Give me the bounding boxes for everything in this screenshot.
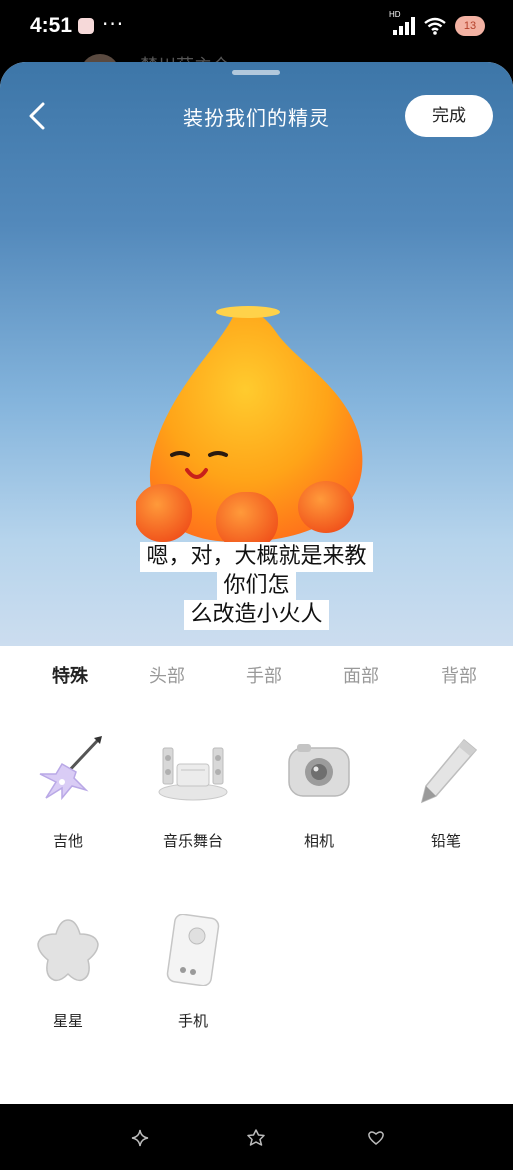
camera-icon [288,744,350,797]
music-stage-icon [158,747,228,801]
subtitle-line: 嗯，对，大概就是来教 [140,542,373,572]
item-guitar[interactable]: 吉他 [18,734,118,874]
wifi-icon [424,17,446,35]
bottom-nav-bar [0,1104,513,1170]
battery-indicator: 13 [455,16,485,36]
item-label: 手机 [177,1012,208,1030]
pencil-icon [420,738,478,804]
guitar-icon [39,736,102,801]
done-button[interactable]: 完成 [405,95,493,137]
item-label: 相机 [303,832,334,850]
item-label: 星星 [52,1012,83,1030]
phone-icon [166,914,220,986]
status-time: 4:51 [30,14,73,37]
tab-hands[interactable]: 手部 [246,662,282,688]
tab-special[interactable]: 特殊 [52,662,88,688]
subtitle-line: 么改造小火人 [184,600,329,630]
item-label: 吉他 [52,832,83,850]
tab-back[interactable]: 背部 [441,662,477,688]
item-music-stage[interactable]: 音乐舞台 [143,734,243,874]
heart-icon[interactable] [366,1128,386,1148]
signal-icon [391,17,415,35]
item-label: 铅笔 [430,832,461,850]
notification-app-icon [78,18,94,34]
more-notifications-icon: ··· [102,12,125,36]
item-label: 音乐舞台 [162,832,223,850]
subtitle-line: 你们怎 [217,571,296,601]
star-icon [37,919,99,982]
item-phone[interactable]: 手机 [143,914,243,1054]
tab-head[interactable]: 头部 [149,662,185,688]
tab-face[interactable]: 面部 [343,662,379,688]
sparkle-icon[interactable] [130,1128,150,1148]
category-tabs: 特殊 头部 手部 面部 背部 [0,662,513,688]
status-indicators: HD 13 [389,10,485,36]
item-pencil[interactable]: 铅笔 [396,734,496,874]
sheet-grab-handle[interactable] [232,70,280,75]
dress-up-sheet: 装扮我们的精灵 完成 嗯，对，大概就是来教 你们怎 么改造小火人 特殊 头部 手… [0,62,513,1104]
item-star[interactable]: 星星 [18,914,118,1054]
mascot-stage: 装扮我们的精灵 完成 嗯，对，大概就是来教 你们怎 么改造小火人 [0,62,513,646]
item-camera[interactable]: 相机 [269,734,369,874]
flower-icon[interactable] [246,1128,266,1148]
video-subtitles: 嗯，对，大概就是来教 你们怎 么改造小火人 [0,542,513,630]
status-bar: 4:51 ··· HD 13 [0,0,513,56]
